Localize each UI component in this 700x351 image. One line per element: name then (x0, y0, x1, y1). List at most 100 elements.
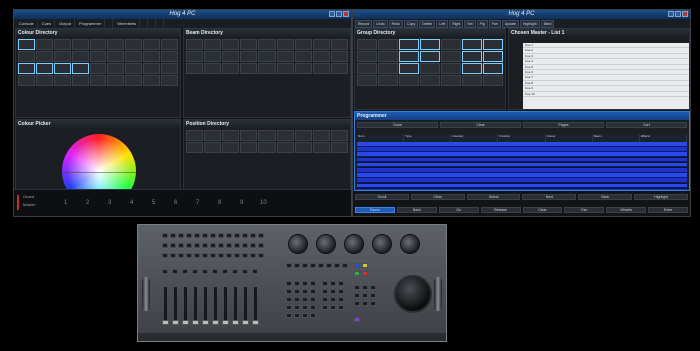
fader-cap[interactable] (252, 320, 259, 325)
beam-palette-button[interactable] (294, 51, 312, 62)
position-palette-button[interactable] (294, 130, 312, 141)
table-row[interactable] (357, 183, 687, 189)
right-parameter-wheel[interactable] (434, 277, 442, 311)
colour-palette-button[interactable] (125, 63, 143, 74)
position-palette-button[interactable] (240, 130, 258, 141)
group-button[interactable] (441, 63, 461, 74)
group-button[interactable] (462, 39, 482, 50)
colour-palette-button[interactable] (107, 75, 125, 86)
encoder-wheel[interactable] (400, 234, 420, 254)
console-key[interactable] (258, 233, 264, 238)
fader-number[interactable]: 8 (218, 200, 221, 206)
colour-palette-button[interactable] (125, 75, 143, 86)
console-key[interactable] (326, 263, 332, 268)
table-row[interactable] (357, 157, 687, 163)
console-key[interactable] (202, 243, 208, 248)
console-key[interactable] (302, 263, 308, 268)
colour-palette-button[interactable] (35, 75, 53, 86)
console-key[interactable] (210, 233, 216, 238)
beam-palette-button[interactable] (294, 39, 312, 50)
group-button[interactable] (357, 39, 377, 50)
update-button[interactable]: Update (501, 19, 520, 28)
fader-cap[interactable] (222, 320, 229, 325)
keypad-key[interactable] (294, 289, 300, 294)
group-button[interactable] (420, 75, 440, 86)
fader-number[interactable]: 5 (152, 200, 155, 206)
left-button[interactable]: Left (436, 19, 449, 28)
console-key[interactable] (194, 243, 200, 248)
copy-button[interactable]: Copy (404, 19, 419, 28)
fan-button[interactable]: Fan (488, 19, 501, 28)
group-button[interactable] (483, 75, 503, 86)
keypad-key[interactable] (338, 289, 344, 294)
fader-cap[interactable] (172, 320, 179, 325)
colour-palette-button[interactable] (143, 63, 161, 74)
playback-key[interactable] (362, 285, 368, 290)
toolbar-slot-7[interactable] (141, 19, 148, 28)
maximize-icon[interactable] (675, 11, 681, 17)
colour-palette-button[interactable] (161, 51, 178, 62)
fader-cap[interactable] (212, 320, 219, 325)
console-key[interactable] (178, 253, 184, 258)
beam-palette-button[interactable] (186, 39, 204, 50)
encoder-wheel[interactable] (288, 234, 308, 254)
keypad-key[interactable] (294, 313, 300, 318)
select-button[interactable]: Select (466, 194, 521, 200)
console-key[interactable] (286, 263, 292, 268)
keypad-key[interactable] (338, 281, 344, 286)
colour-palette-button[interactable] (18, 75, 35, 86)
blue-key[interactable] (354, 263, 360, 268)
minimize-icon[interactable] (668, 11, 674, 17)
group-button[interactable] (378, 63, 398, 74)
beam-palette-button[interactable] (258, 51, 276, 62)
console-key[interactable] (226, 243, 232, 248)
position-palette-button[interactable] (312, 130, 330, 141)
fader-cap[interactable] (162, 320, 169, 325)
keypad-key[interactable] (338, 297, 344, 302)
column-header[interactable]: Num (357, 134, 405, 142)
colour-palette-button[interactable] (143, 39, 161, 50)
fader-select-key[interactable] (252, 269, 258, 274)
group-button[interactable] (420, 39, 440, 50)
position-palette-button[interactable] (312, 142, 330, 153)
close-icon[interactable] (682, 11, 688, 17)
console-key[interactable] (186, 253, 192, 258)
group-button[interactable] (441, 75, 461, 86)
group-button[interactable] (462, 51, 482, 62)
console-key[interactable] (162, 233, 168, 238)
console-key[interactable] (342, 263, 348, 268)
position-palette-button[interactable] (276, 142, 294, 153)
console-key[interactable] (258, 253, 264, 258)
colour-palette-button[interactable] (107, 39, 125, 50)
colour-palette-button[interactable] (71, 51, 89, 62)
beam-palette-button[interactable] (294, 63, 312, 74)
beam-palette-button[interactable] (222, 39, 240, 50)
keypad-key[interactable] (286, 305, 292, 310)
purple-key[interactable] (354, 317, 360, 322)
keypad-key[interactable] (330, 281, 336, 286)
console-key[interactable] (186, 243, 192, 248)
fader-number[interactable]: 6 (174, 200, 177, 206)
colour-palette-button[interactable] (89, 39, 107, 50)
console-key[interactable] (294, 263, 300, 268)
group-button[interactable] (462, 63, 482, 74)
column-header[interactable]: Colour (546, 134, 593, 142)
colour-palette-button[interactable] (125, 39, 143, 50)
scroll-button[interactable]: Scroll (355, 194, 409, 200)
maximize-icon[interactable] (336, 11, 342, 17)
colour-palette-button[interactable] (35, 39, 53, 50)
console-key[interactable] (210, 253, 216, 258)
highlight-button[interactable]: Highlight (520, 19, 540, 28)
fader-number[interactable]: 1 (64, 200, 67, 206)
fader-number[interactable]: 9 (240, 200, 243, 206)
fader-select-key[interactable] (222, 269, 228, 274)
left-parameter-wheel[interactable] (142, 277, 150, 311)
colour-palette-button[interactable] (53, 39, 71, 50)
trackball[interactable] (394, 275, 432, 313)
group-button[interactable] (483, 63, 503, 74)
playback-key[interactable] (370, 301, 376, 306)
beam-palette-button[interactable] (330, 39, 348, 50)
green-key[interactable] (354, 271, 360, 276)
colour-palette-button[interactable] (125, 51, 143, 62)
keypad-key[interactable] (322, 305, 328, 310)
